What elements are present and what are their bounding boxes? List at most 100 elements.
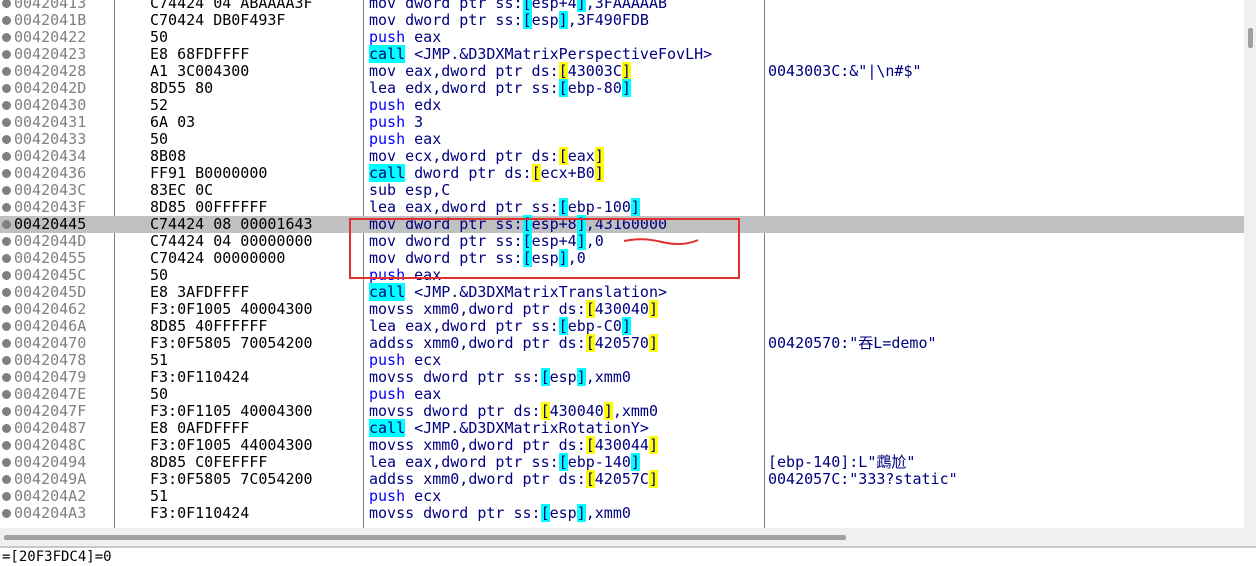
breakpoint-dot-icon[interactable]	[2, 67, 11, 76]
breakpoint-dot-icon[interactable]	[2, 186, 11, 195]
row-bytes: 50	[150, 28, 169, 46]
table-row[interactable]: 00420455 C70424 00000000 mov dword ptr ss:…	[0, 249, 1244, 267]
breakpoint-dot-icon[interactable]	[2, 322, 11, 331]
row-instruction: push eax	[369, 385, 442, 403]
breakpoint-dot-icon[interactable]	[2, 16, 11, 25]
table-row[interactable]: 00420428 A1 3C004300 mov eax,dword ptr ds:…	[0, 62, 1244, 80]
horizontal-scrollbar-thumb[interactable]	[4, 535, 846, 540]
row-bytes: C74424 04 00000000	[150, 232, 313, 250]
row-instruction: movss dword ptr ds:[430040],xmm0	[369, 402, 658, 420]
row-address: 0042046A	[14, 317, 87, 335]
breakpoint-dot-icon[interactable]	[2, 373, 11, 382]
table-row[interactable]: 0042045D E8 3AFDFFFF call <JMP.&D3DXMatrix…	[0, 283, 1244, 301]
breakpoint-dot-icon[interactable]	[2, 305, 11, 314]
vertical-scrollbar[interactable]	[1244, 0, 1256, 528]
table-row[interactable]: 0042042D 8D55 80 lea edx,dword ptr ss:[ebp…	[0, 79, 1244, 97]
table-row[interactable]: 00420423 E8 68FDFFFF call <JMP.&D3DXMatrix…	[0, 45, 1244, 63]
horizontal-scrollbar[interactable]	[0, 528, 1256, 546]
table-row[interactable]: 0042049A F3:0F5805 7C054200 addss xmm0,dwo…	[0, 470, 1244, 488]
table-row[interactable]: 004204A3 F3:0F110424 movss dword ptr ss:[e…	[0, 504, 1244, 522]
breakpoint-dot-icon[interactable]	[2, 135, 11, 144]
row-instruction: addss xmm0,dword ptr ds:[420570]	[369, 334, 658, 352]
table-row[interactable]: 00420436 FF91 B0000000 call dword ptr ds:[…	[0, 164, 1244, 182]
row-address: 00420445	[14, 215, 87, 233]
table-row[interactable]: 00420434 8B08 mov ecx,dword ptr ds:[eax]	[0, 147, 1244, 165]
breakpoint-dot-icon[interactable]	[2, 441, 11, 450]
breakpoint-dot-icon[interactable]	[2, 237, 11, 246]
breakpoint-dot-icon[interactable]	[2, 288, 11, 297]
row-address: 00420479	[14, 368, 87, 386]
breakpoint-dot-icon[interactable]	[2, 50, 11, 59]
breakpoint-dot-icon[interactable]	[2, 407, 11, 416]
breakpoint-dot-icon[interactable]	[2, 203, 11, 212]
table-row[interactable]: 004204A2 51 push ecx	[0, 488, 1244, 505]
row-instruction: mov eax,dword ptr ds:[43003C]	[369, 62, 631, 80]
breakpoint-dot-icon[interactable]	[2, 33, 11, 42]
table-row[interactable]: 00420478 51 push ecx	[0, 352, 1244, 369]
table-row[interactable]: 00420422 50 push eax	[0, 29, 1244, 46]
breakpoint-dot-icon[interactable]	[2, 169, 11, 178]
breakpoint-dot-icon[interactable]	[2, 390, 11, 399]
vertical-scrollbar-thumb[interactable]	[1248, 28, 1253, 48]
row-instruction: movss dword ptr ss:[esp],xmm0	[369, 504, 631, 522]
table-row[interactable]: 00420431 6A 03 push 3	[0, 114, 1244, 131]
row-bytes: F3:0F1105 40004300	[150, 402, 313, 420]
row-bytes: 52	[150, 96, 169, 114]
table-row[interactable]: 00420487 E8 0AFDFFFF call <JMP.&D3DXMatrix…	[0, 419, 1244, 437]
row-instruction: movss dword ptr ss:[esp],xmm0	[369, 368, 631, 386]
row-bytes: 51	[150, 487, 169, 505]
row-instruction: push 3	[369, 113, 424, 131]
row-instruction: lea eax,dword ptr ss:[ebp-140]	[369, 453, 640, 471]
disassembly-view[interactable]: 00420413 C74424 04 ABAAAA3F mov dword ptr …	[0, 0, 1244, 528]
row-bytes: F3:0F1005 44004300	[150, 436, 313, 454]
row-bytes: 8D85 40FFFFFF	[150, 317, 268, 335]
breakpoint-dot-icon[interactable]	[2, 118, 11, 127]
table-row[interactable]: 0042043F 8D85 00FFFFFF lea eax,dword ptr s…	[0, 198, 1244, 216]
row-address: 00420430	[14, 96, 87, 114]
row-address: 00420455	[14, 249, 87, 267]
row-address: 00420423	[14, 45, 87, 63]
row-bytes: 50	[150, 266, 169, 284]
table-row[interactable]: 0042047F F3:0F1105 40004300 movss dword pt…	[0, 402, 1244, 420]
breakpoint-dot-icon[interactable]	[2, 0, 11, 8]
row-bytes: E8 68FDFFFF	[150, 45, 250, 63]
table-row[interactable]: 0042047E 50 push eax	[0, 386, 1244, 403]
breakpoint-dot-icon[interactable]	[2, 271, 11, 280]
breakpoint-dot-icon[interactable]	[2, 339, 11, 348]
breakpoint-dot-icon[interactable]	[2, 101, 11, 110]
breakpoint-dot-icon[interactable]	[2, 220, 11, 229]
row-instruction: mov dword ptr ss:[esp],3F490FDB	[369, 11, 649, 29]
row-address: 00420422	[14, 28, 87, 46]
table-row[interactable]: 0042043C 83EC 0C sub esp,C	[0, 182, 1244, 199]
breakpoint-dot-icon[interactable]	[2, 424, 11, 433]
breakpoint-dot-icon[interactable]	[2, 356, 11, 365]
row-address: 004204A3	[14, 504, 87, 522]
breakpoint-dot-icon[interactable]	[2, 254, 11, 263]
row-bytes: F3:0F5805 70054200	[150, 334, 313, 352]
breakpoint-dot-icon[interactable]	[2, 152, 11, 161]
table-row[interactable]: 00420479 F3:0F110424 movss dword ptr ss:[e…	[0, 368, 1244, 386]
breakpoint-dot-icon[interactable]	[2, 84, 11, 93]
table-row[interactable]: 0042041B C70424 DB0F493F mov dword ptr ss:…	[0, 11, 1244, 29]
breakpoint-dot-icon[interactable]	[2, 492, 11, 501]
row-address: 004204A2	[14, 487, 87, 505]
table-row[interactable]: 0042046A 8D85 40FFFFFF lea eax,dword ptr s…	[0, 317, 1244, 335]
table-row[interactable]: 0042045C 50 push eax	[0, 267, 1244, 284]
table-row[interactable]: 0042044D C74424 04 00000000 mov dword ptr …	[0, 232, 1244, 250]
row-bytes: 8D85 C0FEFFFF	[150, 453, 268, 471]
row-bytes: A1 3C004300	[150, 62, 250, 80]
table-row[interactable]: 00420433 50 push eax	[0, 131, 1244, 148]
row-bytes: 8B08	[150, 147, 187, 165]
row-bytes: F3:0F110424	[150, 504, 250, 522]
table-row[interactable]: 00420445 C74424 08 00001643 mov dword ptr …	[0, 215, 1244, 233]
table-row[interactable]: 00420494 8D85 C0FEFFFF lea eax,dword ptr s…	[0, 453, 1244, 471]
table-row[interactable]: 0042048C F3:0F1005 44004300 movss xmm0,dwo…	[0, 436, 1244, 454]
table-row[interactable]: 00420462 F3:0F1005 40004300 movss xmm0,dwo…	[0, 300, 1244, 318]
row-address: 0042049A	[14, 470, 87, 488]
breakpoint-dot-icon[interactable]	[2, 475, 11, 484]
breakpoint-dot-icon[interactable]	[2, 458, 11, 467]
table-row[interactable]: 00420470 F3:0F5805 70054200 addss xmm0,dwo…	[0, 334, 1244, 352]
table-row[interactable]: 00420430 52 push edx	[0, 97, 1244, 114]
row-instruction: push eax	[369, 28, 442, 46]
breakpoint-dot-icon[interactable]	[2, 509, 11, 518]
